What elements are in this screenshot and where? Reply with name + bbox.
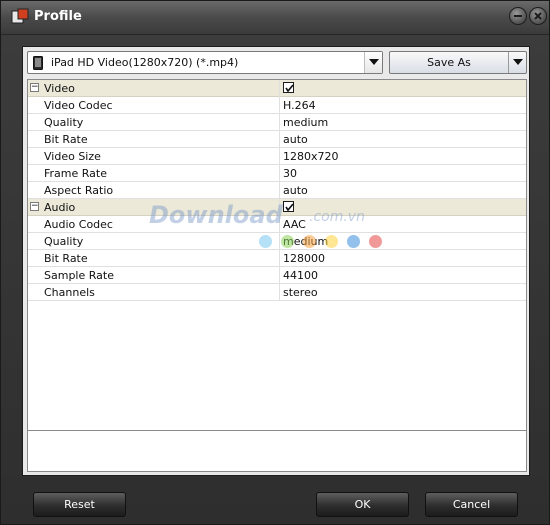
property-row[interactable]: Bit Rate auto xyxy=(28,131,526,148)
property-name: Video Codec xyxy=(44,99,113,112)
property-row[interactable]: Sample Rate 44100 xyxy=(28,267,526,284)
property-name: Bit Rate xyxy=(44,252,88,265)
ok-label: OK xyxy=(354,498,371,511)
window-title: Profile xyxy=(34,9,82,24)
save-as-label: Save As xyxy=(427,56,471,69)
property-name: Bit Rate xyxy=(44,133,88,146)
property-row[interactable]: Quality medium xyxy=(28,114,526,131)
property-name: Video Size xyxy=(44,150,101,163)
property-value[interactable]: 128000 xyxy=(283,252,325,265)
video-enabled-checkbox[interactable] xyxy=(283,82,294,93)
property-value[interactable]: H.264 xyxy=(283,99,316,112)
close-icon xyxy=(534,12,542,20)
profile-panel: iPad HD Video(1280x720) (*.mp4) Save As … xyxy=(22,46,530,476)
chevron-down-icon xyxy=(513,59,523,65)
watermark-dot xyxy=(259,235,272,248)
section-audio[interactable]: − Audio xyxy=(28,199,526,216)
watermark-dot xyxy=(303,235,316,248)
checkmark-icon xyxy=(285,203,294,212)
property-value[interactable]: AAC xyxy=(283,218,306,231)
property-row[interactable]: Audio Codec AAC xyxy=(28,216,526,233)
property-row[interactable]: Video Codec H.264 xyxy=(28,97,526,114)
chevron-down-icon xyxy=(369,59,379,65)
property-row[interactable]: Video Size 1280x720 xyxy=(28,148,526,165)
checkmark-icon xyxy=(285,84,294,93)
property-row[interactable]: Quality medium xyxy=(28,233,526,250)
property-grid: − Video Video Codec H.264 Quality medium… xyxy=(27,79,527,472)
description-area xyxy=(28,430,526,471)
property-value[interactable]: 44100 xyxy=(283,269,318,282)
property-value[interactable]: 30 xyxy=(283,167,297,180)
property-value[interactable]: 1280x720 xyxy=(283,150,339,163)
profile-select-value: iPad HD Video(1280x720) (*.mp4) xyxy=(51,56,239,69)
watermark-dot xyxy=(325,235,338,248)
audio-enabled-checkbox[interactable] xyxy=(283,201,294,212)
property-row[interactable]: Aspect Ratio auto xyxy=(28,182,526,199)
property-name: Frame Rate xyxy=(44,167,107,180)
close-button[interactable] xyxy=(529,7,547,25)
cancel-button[interactable]: Cancel xyxy=(425,492,518,517)
minimize-icon xyxy=(514,15,522,17)
reset-button[interactable]: Reset xyxy=(33,492,126,517)
app-icon xyxy=(11,8,29,24)
title-bar[interactable]: Profile xyxy=(1,1,549,35)
property-value[interactable]: auto xyxy=(283,133,308,146)
ok-button[interactable]: OK xyxy=(316,492,409,517)
profile-dropdown-arrow[interactable] xyxy=(364,52,382,73)
cancel-label: Cancel xyxy=(452,498,491,511)
property-row[interactable]: Channels stereo xyxy=(28,284,526,301)
property-row[interactable]: Bit Rate 128000 xyxy=(28,250,526,267)
ipad-icon xyxy=(33,56,43,70)
watermark-dot xyxy=(369,235,382,248)
section-label: Audio xyxy=(44,201,76,214)
watermark-dot xyxy=(347,235,360,248)
property-value[interactable]: stereo xyxy=(283,286,318,299)
section-video[interactable]: − Video xyxy=(28,80,526,97)
reset-label: Reset xyxy=(64,498,95,511)
property-value[interactable]: auto xyxy=(283,184,308,197)
minimize-button[interactable] xyxy=(509,7,527,25)
collapse-icon[interactable]: − xyxy=(30,202,39,211)
profile-window: Profile iPad HD Video(1280x720) (*.mp4) … xyxy=(0,0,550,525)
property-name: Quality xyxy=(44,235,84,248)
property-name: Quality xyxy=(44,116,84,129)
property-name: Channels xyxy=(44,286,95,299)
watermark-dot xyxy=(281,235,294,248)
property-value[interactable]: medium xyxy=(283,116,328,129)
property-name: Audio Codec xyxy=(44,218,113,231)
section-label: Video xyxy=(44,82,75,95)
profile-select[interactable]: iPad HD Video(1280x720) (*.mp4) xyxy=(27,51,383,74)
collapse-icon[interactable]: − xyxy=(30,83,39,92)
property-row[interactable]: Frame Rate 30 xyxy=(28,165,526,182)
property-name: Aspect Ratio xyxy=(44,184,114,197)
property-name: Sample Rate xyxy=(44,269,114,282)
save-as-button[interactable]: Save As xyxy=(389,51,527,74)
save-as-dropdown-arrow[interactable] xyxy=(508,52,526,73)
